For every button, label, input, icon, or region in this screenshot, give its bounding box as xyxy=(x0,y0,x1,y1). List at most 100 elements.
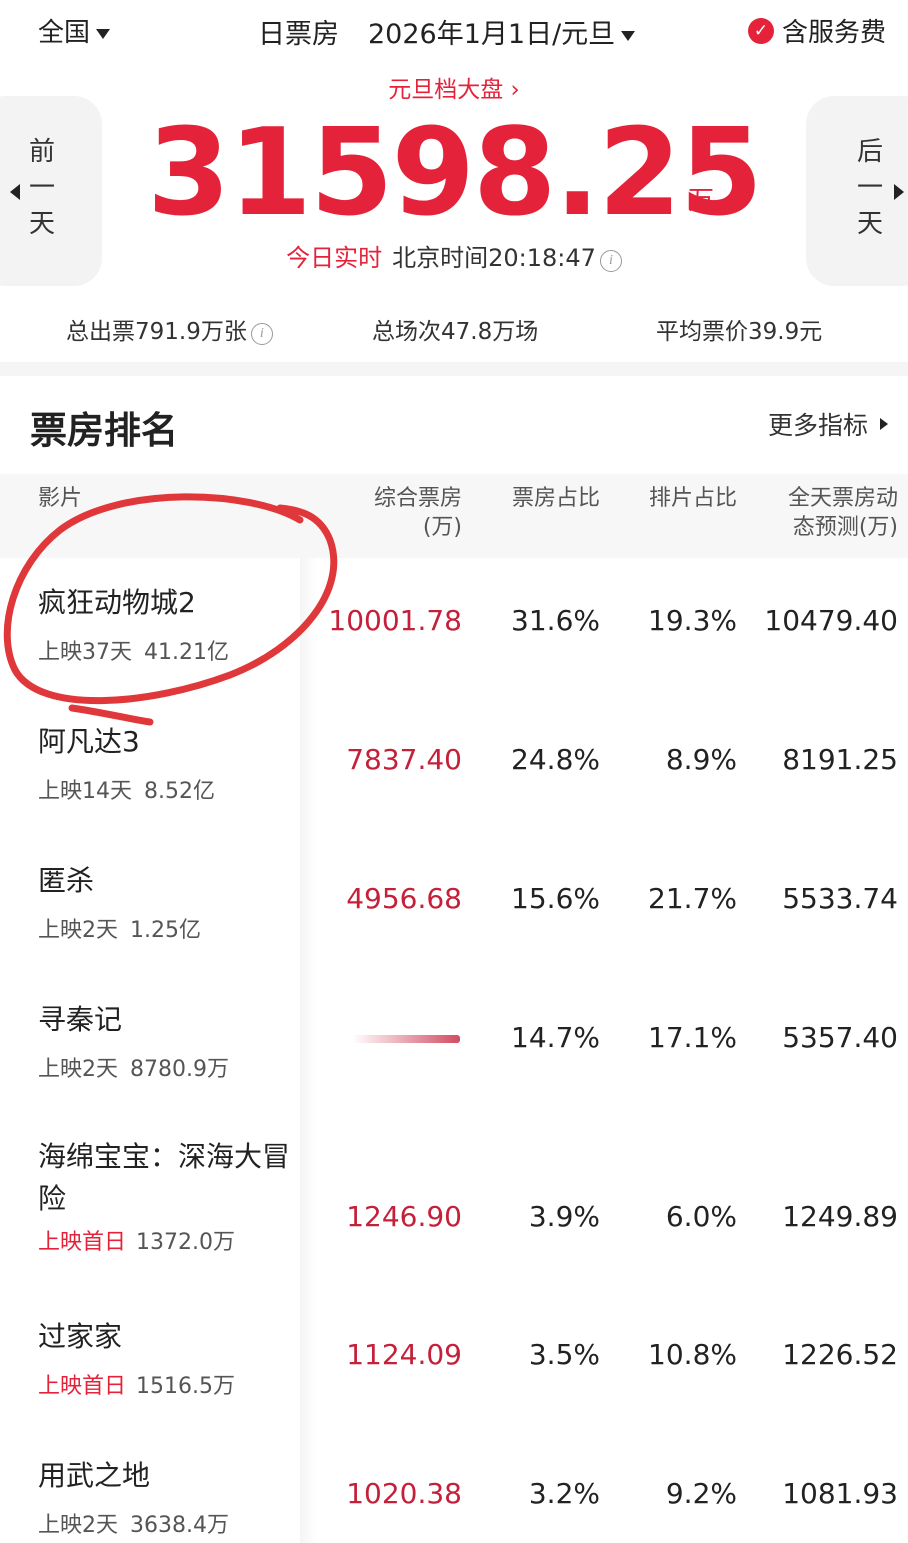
box-office-value: 1020.38 xyxy=(346,1477,462,1510)
film-sub: 上映14天 8.52亿 xyxy=(38,773,215,805)
region-selector[interactable]: 全国 xyxy=(38,12,111,49)
col-forecast[interactable]: 全天票房动 态预测(万) xyxy=(788,484,898,542)
schedule-value: 8.9% xyxy=(665,743,737,776)
film-name[interactable]: 寻秦记 xyxy=(38,999,300,1041)
film-sub: 上映37天 41.21亿 xyxy=(38,634,229,666)
table-row[interactable]: 阿凡达3 上映14天 8.52亿 7837.40 24.8% 8.9% 8191.25 xyxy=(0,697,908,836)
blurred-value xyxy=(352,1035,460,1043)
forecast-value: 8191.25 xyxy=(782,743,898,776)
box-office-value: 4956.68 xyxy=(346,882,462,915)
share-value: 14.7% xyxy=(511,1021,600,1054)
forecast-value: 5533.74 xyxy=(782,882,898,915)
chevron-down-icon xyxy=(96,28,111,39)
film-sub: 上映首日 1516.5万 xyxy=(38,1368,235,1400)
share-value: 3.9% xyxy=(528,1200,600,1233)
holiday-market-label: 元旦档大盘 xyxy=(388,77,504,103)
film-cell xyxy=(0,836,300,975)
section-divider xyxy=(0,362,908,376)
box-office-value: 7837.40 xyxy=(346,743,462,776)
share-value: 31.6% xyxy=(511,604,600,637)
col-share[interactable]: 票房占比 xyxy=(512,484,600,513)
forecast-value: 1081.93 xyxy=(782,1477,898,1510)
service-fee-label: 含服务费 xyxy=(781,18,886,48)
column-shadow xyxy=(300,1431,318,1543)
box-office-value: 1124.09 xyxy=(346,1338,462,1371)
col-box-office-line1: 综合票房 xyxy=(373,486,462,511)
table-row[interactable]: 海绵宝宝：深海大冒险 上映首日 1372.0万 1246.90 3.9% 6.0% 1249… xyxy=(0,1114,908,1292)
film-sub: 上映2天 8780.9万 xyxy=(38,1051,229,1083)
stat-shows: 总场次47.8万场 xyxy=(372,319,539,345)
more-metrics-label: 更多指标 xyxy=(767,411,868,440)
release-days: 上映14天 xyxy=(38,779,132,804)
col-schedule[interactable]: 排片占比 xyxy=(649,484,737,513)
cumulative-box: 3638.4万 xyxy=(130,1513,229,1538)
film-name[interactable]: 疯狂动物城2 xyxy=(38,582,300,624)
stat-avg-price: 平均票价39.9元 xyxy=(656,319,823,345)
total-box-office: 31598.25 xyxy=(146,104,763,243)
col-forecast-line1: 全天票房动 xyxy=(787,486,898,511)
film-name[interactable]: 过家家 xyxy=(38,1316,300,1358)
table-row[interactable]: 疯狂动物城2 上映37天 41.21亿 10001.78 31.6% 19.3% 10479… xyxy=(0,558,908,697)
more-metrics-button[interactable]: 更多指标 xyxy=(768,406,888,442)
release-days: 上映2天 xyxy=(38,918,118,943)
release-days: 上映首日 xyxy=(38,1230,127,1255)
table-row[interactable]: 过家家 上映首日 1516.5万 1124.09 3.5% 10.8% 1226.52 xyxy=(0,1292,908,1431)
date-label: 2026年1月1日/元旦 xyxy=(368,19,616,50)
column-shadow xyxy=(300,697,318,836)
schedule-value: 6.0% xyxy=(665,1200,737,1233)
share-value: 3.5% xyxy=(528,1338,600,1371)
realtime-line: 今日实时 北京时间20:18:47 i xyxy=(0,238,908,273)
column-shadow xyxy=(300,558,318,697)
column-shadow xyxy=(300,975,318,1114)
cumulative-box: 8780.9万 xyxy=(130,1057,229,1082)
region-label: 全国 xyxy=(38,18,91,48)
share-value: 3.2% xyxy=(528,1477,600,1510)
schedule-value: 9.2% xyxy=(665,1477,737,1510)
service-fee-toggle[interactable]: ✓ 含服务费 xyxy=(747,12,886,49)
release-days: 上映首日 xyxy=(38,1374,127,1399)
forecast-value: 5357.40 xyxy=(782,1021,898,1054)
table-row[interactable]: 匿杀 上映2天 1.25亿 4956.68 15.6% 21.7% 5533.74 xyxy=(0,836,908,975)
column-shadow xyxy=(300,1292,318,1431)
schedule-value: 19.3% xyxy=(648,604,737,637)
stat-tickets: 总出票791.9万张 i xyxy=(66,312,273,346)
share-value: 24.8% xyxy=(511,743,600,776)
film-name[interactable]: 阿凡达3 xyxy=(38,721,300,763)
cumulative-box: 1.25亿 xyxy=(130,918,201,943)
col-box-office-line2: (万) xyxy=(422,515,462,540)
schedule-value: 17.1% xyxy=(648,1021,737,1054)
holiday-market-link[interactable]: 元旦档大盘 › xyxy=(0,70,908,104)
info-icon[interactable]: i xyxy=(250,323,273,345)
date-selector[interactable]: 2026年1月1日/元旦 xyxy=(368,12,636,51)
col-box-office[interactable]: 综合票房 (万) xyxy=(374,484,462,542)
caret-right-icon xyxy=(880,418,888,430)
col-film[interactable]: 影片 xyxy=(38,484,82,513)
col-forecast-line2: 态预测(万) xyxy=(792,515,898,540)
table-header: 影片 综合票房 (万) 票房占比 排片占比 全天票房动 态预测(万) xyxy=(0,474,908,558)
release-days: 上映37天 xyxy=(38,640,132,665)
film-cell xyxy=(0,558,300,697)
film-sub: 上映首日 1372.0万 xyxy=(38,1224,235,1256)
total-unit: 万 xyxy=(688,186,715,216)
chevron-down-icon xyxy=(621,30,636,41)
film-sub: 上映2天 3638.4万 xyxy=(38,1507,229,1539)
film-name[interactable]: 用武之地 xyxy=(38,1455,300,1497)
table-row[interactable]: 寻秦记上映2天 8780.9万 14.7% 17.1% 5357.40 xyxy=(0,975,908,1114)
film-name[interactable]: 匿杀 xyxy=(38,860,300,902)
cumulative-box: 8.52亿 xyxy=(144,779,215,804)
film-name[interactable]: 海绵宝宝：深海大冒险 xyxy=(38,1136,300,1220)
column-shadow xyxy=(300,836,318,975)
forecast-value: 1226.52 xyxy=(782,1338,898,1371)
top-bar: 全国 日票房 2026年1月1日/元旦 ✓ 含服务费 xyxy=(0,0,908,60)
check-icon: ✓ xyxy=(747,17,774,44)
info-icon[interactable]: i xyxy=(599,250,622,272)
film-sub: 上映2天 1.25亿 xyxy=(38,912,201,944)
release-days: 上映2天 xyxy=(38,1513,118,1538)
realtime-label: 今日实时 xyxy=(286,244,383,272)
column-shadow xyxy=(300,1114,318,1292)
cumulative-box: 1372.0万 xyxy=(136,1230,235,1255)
forecast-value: 1249.89 xyxy=(782,1200,898,1233)
table-row[interactable]: 用武之地上映2天 3638.4万 1020.38 3.2% 9.2% 1081.93 xyxy=(0,1431,908,1543)
film-cell xyxy=(0,697,300,836)
film-cell xyxy=(0,1292,300,1431)
